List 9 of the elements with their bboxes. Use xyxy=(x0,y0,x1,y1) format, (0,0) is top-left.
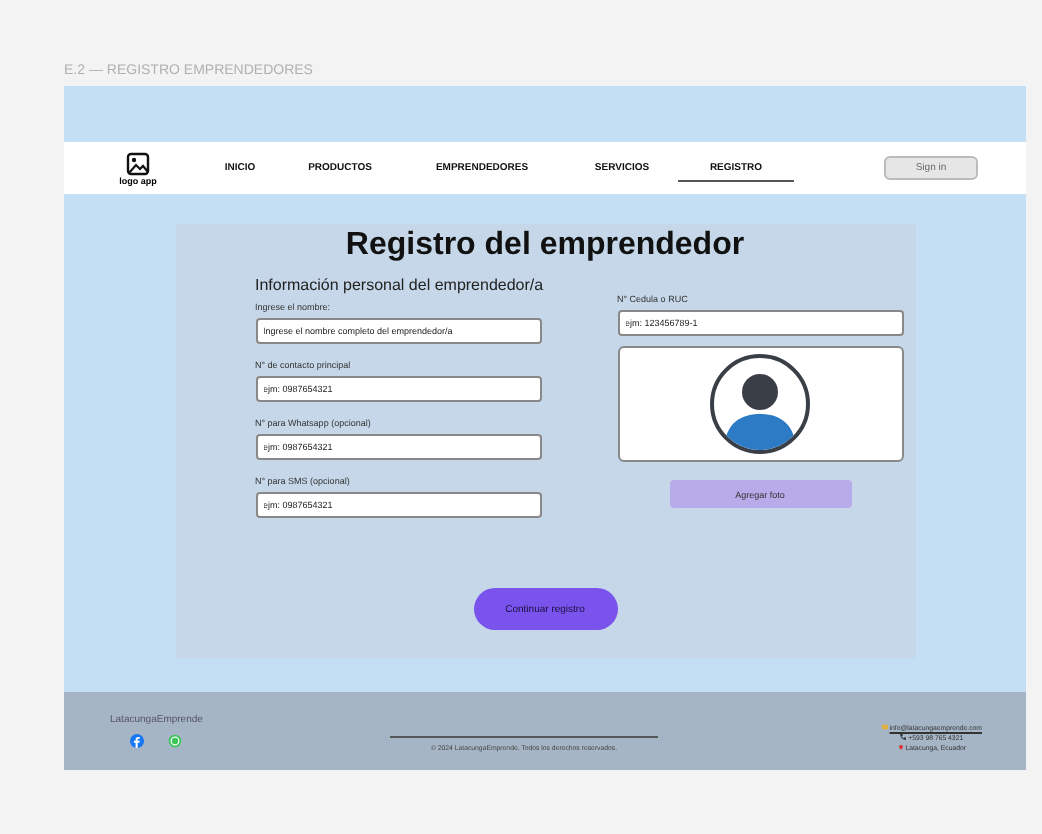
facebook-icon[interactable] xyxy=(130,734,144,748)
phone-icon xyxy=(900,734,907,740)
image-icon xyxy=(126,151,150,175)
location-pin-icon xyxy=(897,744,904,750)
email-icon xyxy=(881,724,888,730)
form-title: Registro del emprendedor xyxy=(343,228,747,264)
section-heading: Información personal del emprendedor/a xyxy=(255,276,541,294)
whatsapp-icon[interactable] xyxy=(168,734,182,748)
user-avatar-icon xyxy=(708,352,812,456)
